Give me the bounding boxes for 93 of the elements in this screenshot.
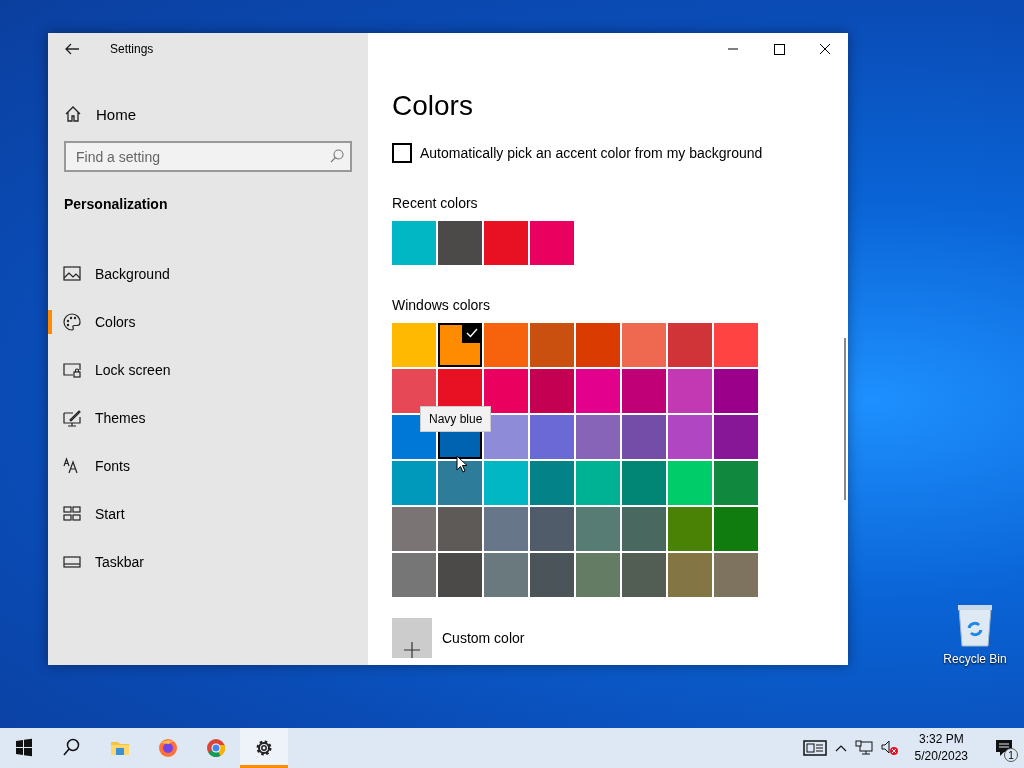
search-icon [330,149,344,163]
search-field[interactable]: Find a setting [64,141,352,172]
checkbox[interactable] [392,143,412,163]
color-swatch[interactable] [392,553,436,597]
mouse-cursor-icon [456,455,468,473]
chrome-icon [205,737,227,759]
color-swatch[interactable] [438,221,482,265]
tooltip: Navy blue [420,406,492,432]
checkbox-label[interactable]: Automatically pick an accent color from my background [420,145,763,161]
color-swatch[interactable] [392,323,436,367]
color-swatch[interactable] [714,553,758,597]
brush-monitor-icon [62,408,82,428]
chevron-up-icon[interactable] [834,744,847,752]
color-swatch[interactable] [530,221,574,265]
color-swatch[interactable] [622,553,666,597]
network-icon[interactable] [854,740,873,756]
sidebar-item[interactable]: Lock screen [48,346,368,394]
color-swatch[interactable] [576,507,620,551]
clock[interactable]: 3:32 PM 5/20/2023 [914,731,968,765]
lock-screen-icon [62,360,82,380]
color-swatch[interactable] [392,507,436,551]
color-swatch[interactable] [668,507,712,551]
color-swatch[interactable] [438,553,482,597]
color-swatch[interactable] [438,323,482,367]
color-swatch[interactable] [530,415,574,459]
color-swatch[interactable] [530,507,574,551]
color-swatch[interactable] [484,461,528,505]
news-icon[interactable] [802,739,827,757]
section-label: Recent colors [392,195,478,211]
color-swatch[interactable] [622,323,666,367]
picture-icon [62,264,82,284]
color-swatch[interactable] [392,461,436,505]
color-swatch[interactable] [576,553,620,597]
sidebar-item[interactable]: Taskbar [48,538,368,586]
page-title: Colors [392,89,473,123]
plus-icon [404,642,420,658]
color-swatch[interactable] [576,461,620,505]
color-swatch[interactable] [576,415,620,459]
color-swatch[interactable] [392,221,436,265]
color-swatch[interactable] [484,415,528,459]
color-swatch[interactable] [530,461,574,505]
sidebar-item[interactable]: Colors [48,298,368,346]
color-swatch[interactable] [714,461,758,505]
fox-globe-icon [157,737,179,759]
color-swatch[interactable] [714,507,758,551]
color-swatch[interactable] [668,553,712,597]
sidebar-item[interactable]: Themes [48,394,368,442]
color-swatch[interactable] [530,369,574,413]
home-icon [64,105,82,123]
window-title: Settings [110,42,154,56]
color-swatch[interactable] [438,461,482,505]
section-label: Windows colors [392,297,491,313]
color-swatch[interactable] [530,323,574,367]
color-swatch[interactable] [622,415,666,459]
custom-color-button[interactable] [392,618,432,658]
home-link[interactable]: Home [64,105,136,123]
speaker-muted-icon[interactable] [880,740,899,756]
sidebar-item[interactable]: Background [48,250,368,298]
color-swatch[interactable] [668,369,712,413]
color-swatch[interactable] [622,507,666,551]
color-swatch[interactable] [438,507,482,551]
color-swatch[interactable] [622,461,666,505]
color-swatch[interactable] [714,323,758,367]
color-swatch[interactable] [484,553,528,597]
windows-logo-icon [13,737,35,759]
color-swatch[interactable] [714,415,758,459]
recycle-bin-icon[interactable] [955,602,995,648]
color-swatch[interactable] [714,369,758,413]
color-swatch[interactable] [576,323,620,367]
color-swatch[interactable] [576,369,620,413]
back-arrow-icon[interactable] [64,41,80,57]
color-swatch[interactable] [668,415,712,459]
notification-count: 1 [1004,748,1018,762]
scrollbar-thumb[interactable] [844,338,846,500]
sidebar-item[interactable]: Start [48,490,368,538]
color-swatch[interactable] [484,369,528,413]
color-swatch[interactable] [484,507,528,551]
notification-button[interactable]: 1 [984,728,1024,768]
color-swatch[interactable] [668,323,712,367]
color-swatch[interactable] [622,369,666,413]
checkmark-icon [462,323,482,343]
color-swatch[interactable] [484,323,528,367]
sidebar-item[interactable]: Fonts [48,442,368,490]
desktop-icon-label[interactable]: Recycle Bin [943,652,1007,666]
section-heading: Personalization [64,196,168,212]
color-swatch[interactable] [668,461,712,505]
color-swatch[interactable] [530,553,574,597]
color-swatch[interactable] [392,369,436,413]
tiles-icon [62,504,82,524]
custom-color-label[interactable]: Custom color [442,630,525,646]
taskbar-button[interactable] [240,728,288,768]
color-swatch[interactable] [484,221,528,265]
palette-icon [62,312,82,332]
